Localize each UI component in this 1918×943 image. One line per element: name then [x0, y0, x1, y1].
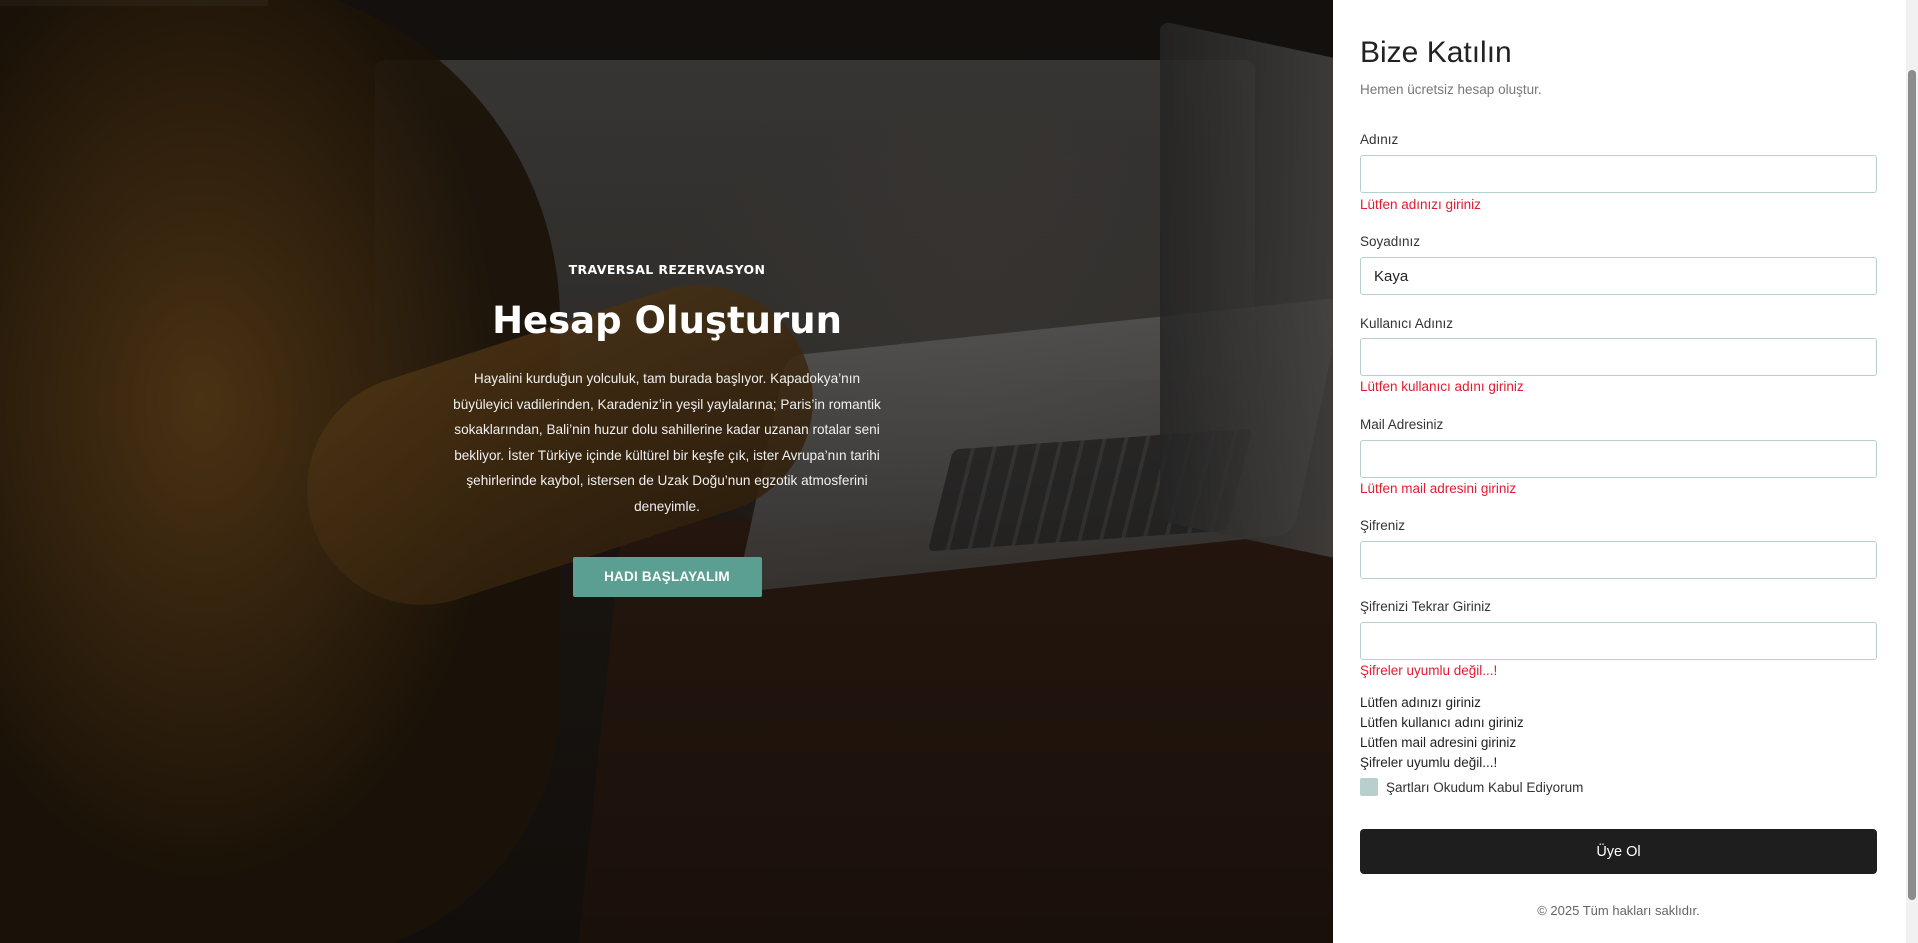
- scrollbar-track[interactable]: [1906, 0, 1918, 943]
- username-input[interactable]: [1360, 338, 1877, 376]
- hero-description-line: deneyimle.: [634, 498, 700, 514]
- hero-description-line: bekliyor. İster Türkiye içinde kültürel …: [454, 447, 880, 463]
- password-confirm-error: Şifreler uyumlu değil...!: [1360, 663, 1498, 678]
- terms-row: Şartları Okudum Kabul Ediyorum: [1360, 778, 1583, 796]
- username-label: Kullanıcı Adınız: [1360, 316, 1454, 331]
- email-label: Mail Adresiniz: [1360, 417, 1444, 432]
- validation-summary: Lütfen adınızı giriniz Lütfen kullanıcı …: [1360, 693, 1524, 773]
- password-label: Şifreniz: [1360, 518, 1406, 533]
- register-page: TRAVERSAL REZERVASYON Hesap Oluşturun Ha…: [0, 0, 1918, 943]
- password-input[interactable]: [1360, 541, 1877, 579]
- scrollbar-thumb[interactable]: [1908, 70, 1916, 900]
- hero-description-line: şehirlerinde kaybol, istersen de Uzak Do…: [466, 473, 868, 488]
- form-title: Bize Katılın: [1360, 36, 1512, 69]
- first-name-input[interactable]: [1360, 155, 1877, 193]
- terms-label[interactable]: Şartları Okudum Kabul Ediyorum: [1386, 780, 1583, 795]
- hero-content: TRAVERSAL REZERVASYON Hesap Oluşturun Ha…: [432, 262, 902, 597]
- password-confirm-input[interactable]: [1360, 622, 1877, 660]
- email-input[interactable]: [1360, 440, 1877, 478]
- hero-description-line: büyüleyici vadilerinden, Karadeniz’in ye…: [453, 396, 881, 412]
- register-form-panel: Bize Katılın Hemen ücretsiz hesap oluştu…: [1333, 0, 1918, 943]
- hero-section: TRAVERSAL REZERVASYON Hesap Oluşturun Ha…: [0, 0, 1333, 943]
- first-name-label: Adınız: [1360, 132, 1399, 147]
- first-name-error: Lütfen adınızı giriniz: [1360, 197, 1481, 212]
- hero-title: Hesap Oluşturun: [492, 299, 842, 342]
- last-name-label: Soyadınız: [1360, 234, 1421, 249]
- copyright-footer: © 2025 Tüm hakları saklıdır.: [1537, 903, 1700, 918]
- form-subtitle: Hemen ücretsiz hesap oluştur.: [1360, 82, 1542, 97]
- get-started-button[interactable]: HADI BAŞLAYALIM: [572, 557, 762, 597]
- summary-error-item: Lütfen mail adresini giriniz: [1360, 735, 1517, 750]
- summary-error-item: Şifreler uyumlu değil...!: [1360, 755, 1498, 770]
- username-error: Lütfen kullanıcı adını giriniz: [1360, 379, 1524, 394]
- last-name-input[interactable]: [1360, 257, 1877, 295]
- hero-description-line: Hayalini kurduğun yolculuk, tam burada b…: [473, 371, 861, 386]
- summary-error-item: Lütfen kullanıcı adını giriniz: [1360, 715, 1524, 730]
- password-confirm-label: Şifrenizi Tekrar Giriniz: [1360, 599, 1492, 614]
- hero-eyebrow: TRAVERSAL REZERVASYON: [568, 262, 766, 277]
- hero-description-line: sokaklarından, Bali’nin huzur dolu sahil…: [454, 422, 880, 437]
- register-submit-button[interactable]: Üye Ol: [1360, 829, 1877, 874]
- terms-checkbox[interactable]: [1360, 778, 1378, 796]
- hero-description: Hayalini kurduğun yolculuk, tam burada b…: [432, 366, 902, 519]
- email-error: Lütfen mail adresini giriniz: [1360, 481, 1517, 496]
- summary-error-item: Lütfen adınızı giriniz: [1360, 695, 1481, 710]
